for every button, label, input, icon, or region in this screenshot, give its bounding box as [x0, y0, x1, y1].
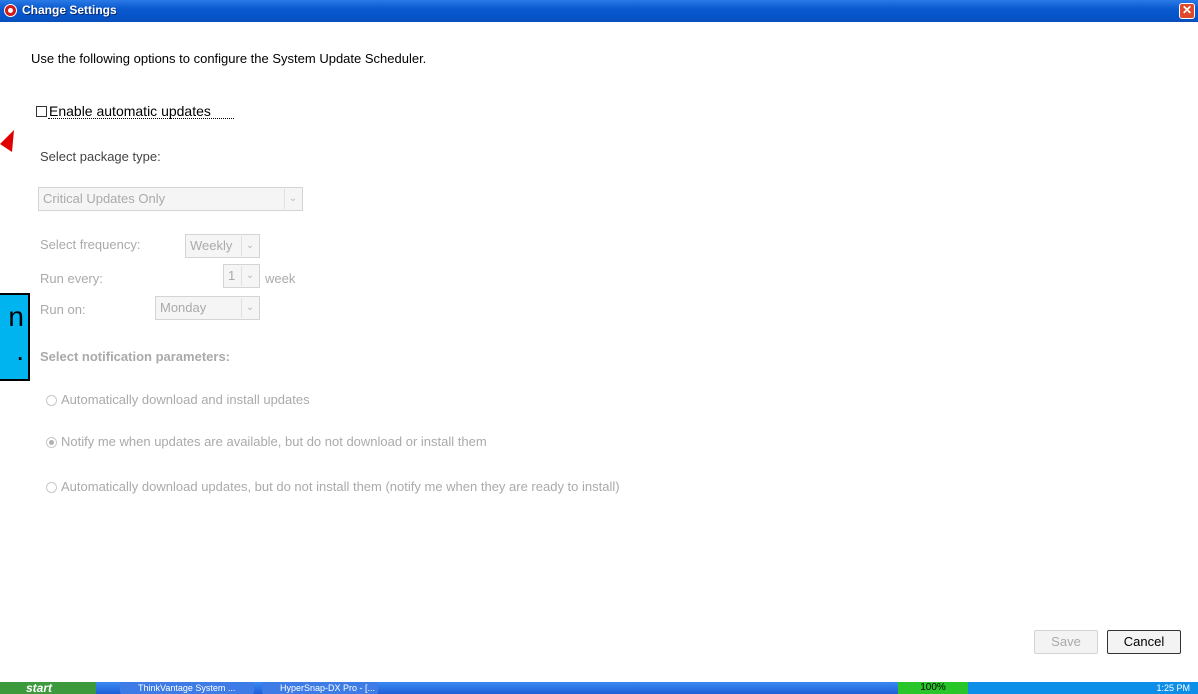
frequency-label: Select frequency: [40, 237, 141, 252]
overlay-callout: n . [0, 293, 30, 381]
focus-outline [48, 118, 234, 119]
system-tray: 1:25 PM [968, 682, 1198, 694]
clock: 1:25 PM [1156, 683, 1190, 693]
run-every-value: 1 [228, 268, 236, 283]
run-every-label: Run every: [40, 271, 103, 286]
package-type-label: Select package type: [40, 149, 161, 164]
taskbar-item-hypersnap[interactable]: HyperSnap-DX Pro - [... [262, 682, 378, 694]
save-button[interactable]: Save [1034, 630, 1098, 654]
radio-notify-only-label[interactable]: Notify me when updates are available, bu… [61, 434, 487, 449]
taskbar-item-thinkvantage[interactable]: ThinkVantage System ... [120, 682, 254, 694]
radio-auto-install-label[interactable]: Automatically download and install updat… [61, 392, 310, 407]
package-type-dropdown[interactable]: Critical Updates Only ⌄ [38, 187, 303, 211]
window-title: Change Settings [22, 3, 117, 17]
intro-text: Use the following options to configure t… [31, 51, 427, 66]
run-on-label: Run on: [40, 302, 86, 317]
overlay-text-line1: n [8, 301, 24, 332]
cancel-button[interactable]: Cancel [1107, 630, 1181, 654]
enable-updates-checkbox[interactable] [36, 106, 47, 117]
radio-download-only[interactable] [46, 482, 57, 493]
run-every-unit: week [265, 271, 296, 286]
run-on-value: Monday [160, 300, 207, 315]
chevron-down-icon: ⌄ [241, 298, 258, 318]
enable-updates-label[interactable]: Enable automatic updates [49, 103, 211, 119]
run-every-dropdown[interactable]: 1 ⌄ [223, 264, 260, 288]
radio-download-only-label[interactable]: Automatically download updates, but do n… [61, 479, 620, 494]
radio-notify-only[interactable] [46, 437, 57, 448]
package-type-value: Critical Updates Only [43, 191, 166, 206]
annotation-arrow [0, 130, 14, 152]
start-button[interactable]: start [0, 682, 96, 694]
chevron-down-icon: ⌄ [241, 266, 258, 286]
title-bar: Change Settings ✕ [0, 0, 1198, 22]
radio-auto-install[interactable] [46, 395, 57, 406]
notification-heading: Select notification parameters: [40, 349, 230, 364]
zoom-indicator: 100% [898, 682, 968, 694]
app-icon [4, 4, 17, 17]
chevron-down-icon: ⌄ [241, 236, 258, 256]
run-on-dropdown[interactable]: Monday ⌄ [155, 296, 260, 320]
taskbar: start ThinkVantage System ... HyperSnap-… [0, 682, 1198, 694]
frequency-dropdown[interactable]: Weekly ⌄ [185, 234, 260, 258]
chevron-down-icon: ⌄ [284, 189, 301, 209]
close-button[interactable]: ✕ [1179, 3, 1195, 19]
frequency-value: Weekly [190, 238, 233, 253]
overlay-text-line2: . [16, 335, 24, 366]
